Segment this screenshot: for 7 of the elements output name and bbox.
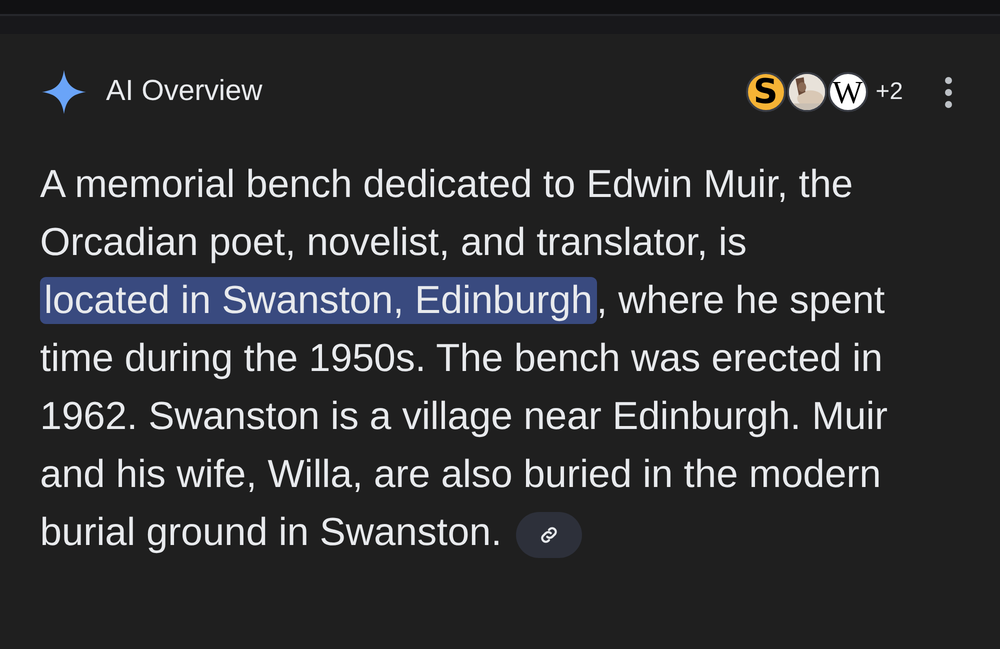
source-logo-icon[interactable]: W (828, 72, 868, 112)
source-logo-icon[interactable]: S (746, 72, 786, 112)
answer-paragraph: A memorial bench dedicated to Edwin Muir, the Orcadian poet, novelist, and translator, is located in Swanston, Edinburgh, where he spent time during the 1950s. The bench was erected in 1962. Swanston is a village near Edinburgh. Muir and his wife, Willa, are also buried in the modern burial ground in Swanston. (0, 156, 1000, 562)
more-sources-count[interactable]: +2 (876, 74, 903, 110)
section-title: AI Overview (106, 74, 262, 110)
link-button[interactable] (516, 512, 582, 558)
highlight-link[interactable]: located in Swanston, Edinburgh (40, 277, 597, 324)
